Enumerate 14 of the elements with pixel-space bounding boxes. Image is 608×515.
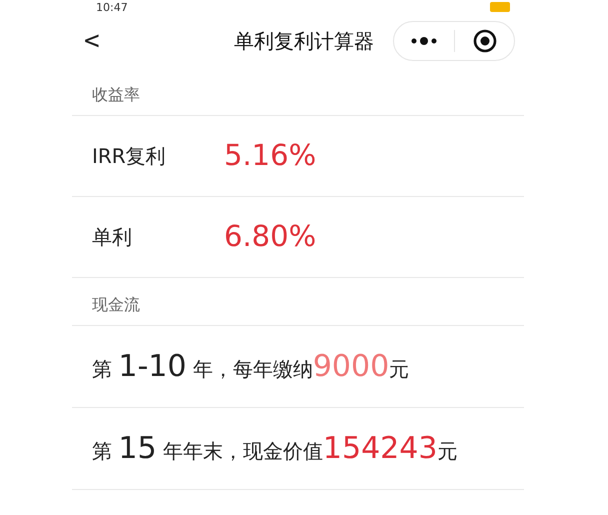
cash-flow-text: 第 15 年年末，现金价值154243元: [92, 434, 458, 464]
more-icon: [411, 37, 437, 45]
rate-value: 5.16%: [224, 137, 316, 174]
cash-flow-text: 第 1-10 年，每年缴纳9000元: [92, 352, 410, 382]
rate-label: 单利: [92, 224, 133, 251]
rate-label: IRR复利: [92, 143, 167, 170]
target-icon: [472, 29, 496, 53]
section-header: 现金流: [92, 294, 140, 316]
rate-value: 6.80%: [224, 218, 316, 256]
battery-icon: [490, 2, 512, 12]
page-title: 单利复利计算器: [234, 28, 374, 55]
section-header: 收益率: [92, 84, 140, 106]
status-time: 10:47: [96, 2, 128, 12]
back-button[interactable]: <: [84, 28, 100, 54]
